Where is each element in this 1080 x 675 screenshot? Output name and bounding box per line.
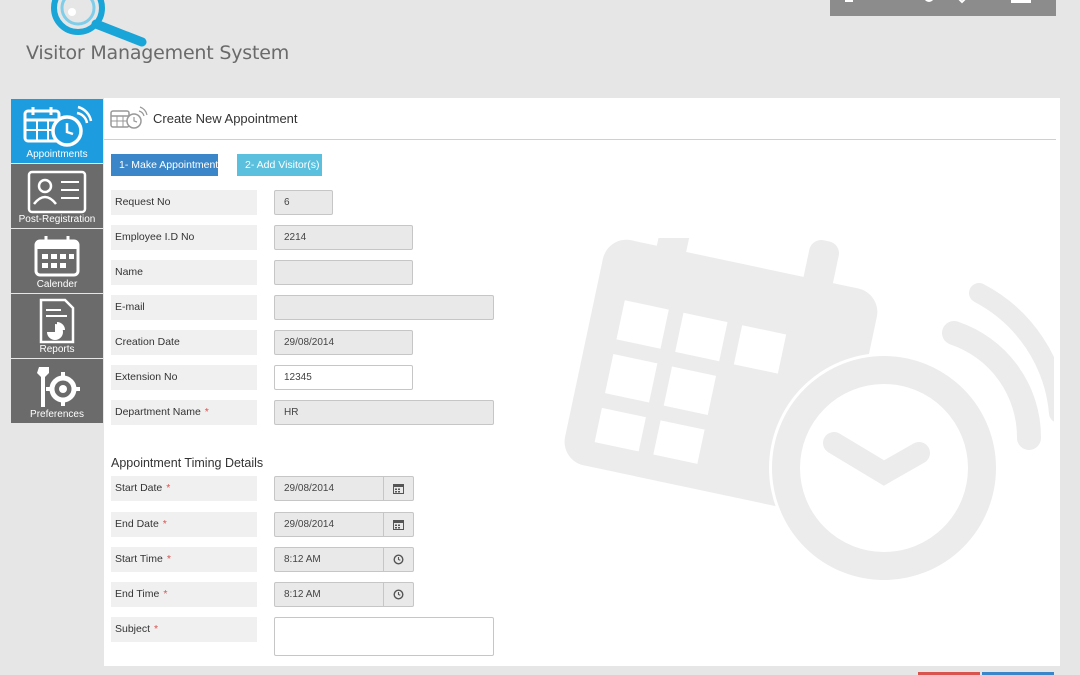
extension-no-label: Extension No [111,365,257,390]
email-label: E-mail [111,295,257,320]
employee-id-label: Employee I.D No [111,225,257,250]
start-time-input[interactable]: 8:12 AM [274,547,384,572]
required-marker: * [166,482,171,494]
step-add-visitors-button[interactable]: 2- Add Visitor(s) » [237,154,328,176]
end-time-label: End Time * [111,582,257,607]
subject-label: Subject * [111,617,257,642]
sidebar-item-label: Appointments [26,149,88,160]
sidebar-nav: Appointments Post-Registration Calender [11,99,103,424]
sidebar-item-preferences[interactable]: Preferences [11,359,103,423]
clock-icon [393,554,404,565]
required-marker: * [204,406,209,418]
calendar-icon [393,484,404,494]
request-no-label: Request No [111,190,257,215]
required-marker: * [154,623,159,635]
calendar-picker-button[interactable] [384,512,414,537]
sidebar-item-reports[interactable]: Reports [11,294,103,358]
name-label: Name [111,260,257,285]
department-field: HR [274,400,494,425]
sidebar-item-label: Preferences [30,409,84,420]
name-field [274,260,413,285]
sidebar-item-label: Reports [39,344,75,355]
end-time-input[interactable]: 8:12 AM [274,582,384,607]
sidebar-item-calender[interactable]: Calender [11,229,103,293]
request-no-field: 6 [274,190,333,215]
start-date-label: Start Date * [111,476,257,501]
id-card-icon [27,170,87,214]
step-make-appointment-button[interactable]: 1- Make Appointment » [111,154,227,176]
required-marker: * [166,553,171,565]
required-marker: * [162,518,167,530]
end-date-label: End Date * [111,512,257,537]
required-marker: * [163,588,168,600]
appointment-panel: Create New Appointment 1- Make Appointme… [104,98,1060,666]
report-icon [39,298,75,344]
sidebar-item-label: Calender [36,279,78,290]
top-toolbar [830,0,1056,16]
user-icon[interactable] [842,0,858,4]
email-field [274,295,494,320]
app-title: Visitor Management System [26,42,290,64]
start-time-label: Start Time * [111,547,257,572]
creation-date-field: 29/08/2014 [274,330,413,355]
department-label: Department Name * [111,400,257,425]
menu-icon[interactable] [1010,0,1032,4]
timing-section-title: Appointment Timing Details [111,456,264,470]
sidebar-item-label: Post-Registration [18,214,96,225]
time-picker-button[interactable] [384,547,414,572]
subject-textarea[interactable] [274,617,494,656]
calendar-icon [34,236,80,277]
creation-date-label: Creation Date [111,330,257,355]
help-icon[interactable] [954,0,970,4]
start-date-input[interactable]: 29/08/2014 [274,476,384,501]
app-logo: Visitor Management System [24,0,289,72]
tools-gear-icon [37,367,80,407]
clock-icon [393,589,404,600]
search-icon[interactable] [922,0,938,4]
calendar-clock-icon [110,106,148,129]
calendar-clock-watermark-icon [564,238,1054,583]
sidebar-item-post-registration[interactable]: Post-Registration [11,164,103,228]
end-date-input[interactable]: 29/08/2014 [274,512,384,537]
logo-magnifier-icon [51,0,147,47]
calendar-icon [393,520,404,530]
panel-header: Create New Appointment [104,98,1056,140]
calendar-clock-icon [23,105,93,147]
calendar-picker-button[interactable] [384,476,414,501]
extension-no-input[interactable]: 12345 [274,365,413,390]
sidebar-item-appointments[interactable]: Appointments [11,99,103,163]
page-title: Create New Appointment [153,111,298,126]
employee-id-field: 2214 [274,225,413,250]
time-picker-button[interactable] [384,582,414,607]
